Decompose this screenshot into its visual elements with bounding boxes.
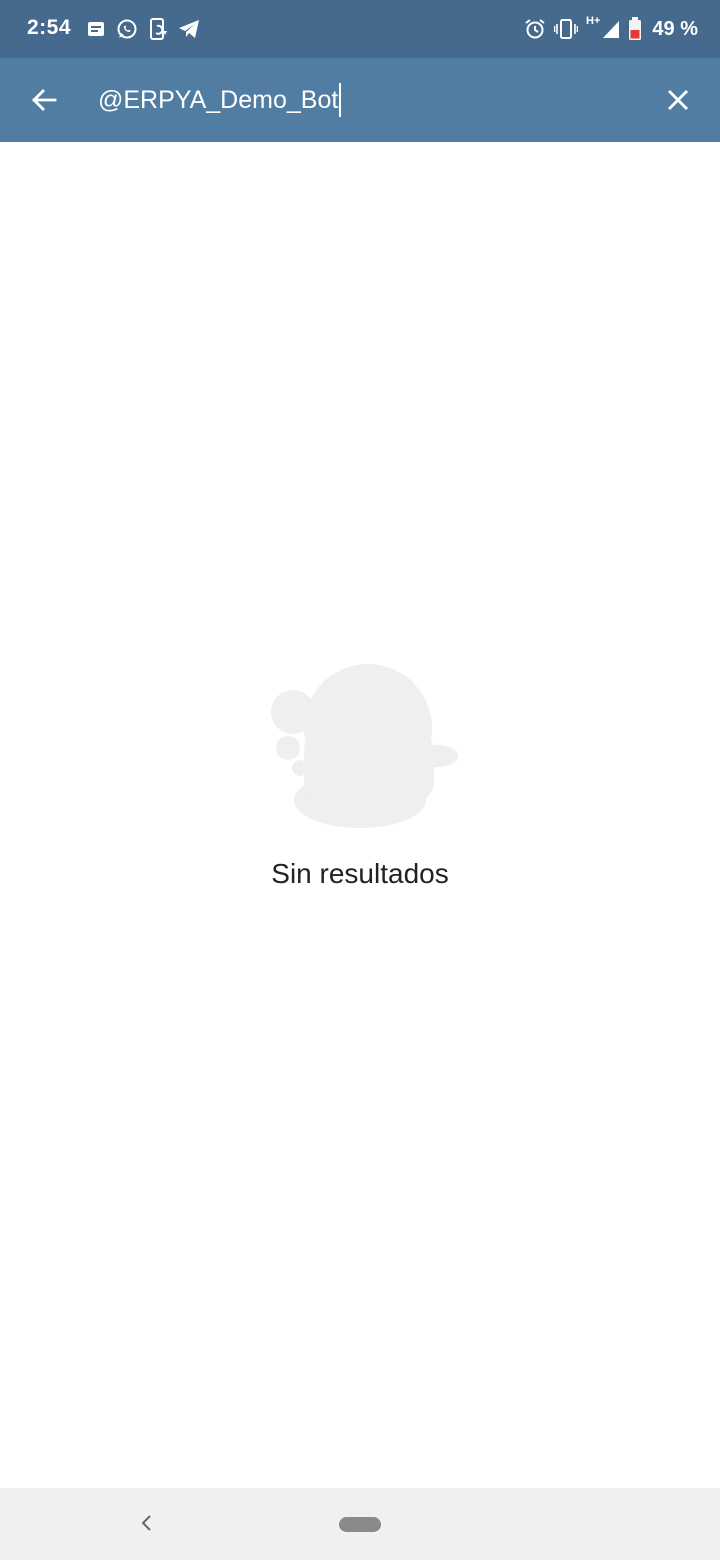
- signal-icon: [602, 19, 620, 39]
- network-type-label: H+: [586, 15, 601, 27]
- message-icon: [86, 19, 106, 39]
- chevron-left-icon: [141, 1515, 151, 1531]
- whatsapp-icon: [116, 18, 138, 40]
- clear-search-button[interactable]: [656, 78, 700, 122]
- back-button[interactable]: [22, 78, 66, 122]
- status-bar: 2:54 H+ 49 %: [0, 0, 720, 58]
- nav-back-button[interactable]: [130, 1506, 164, 1540]
- notification-icons: [86, 17, 200, 41]
- telegram-icon: [178, 19, 200, 39]
- battery-percentage: 49 %: [652, 17, 698, 40]
- home-pill-icon[interactable]: [339, 1517, 381, 1532]
- system-status-icons: H+ 49 %: [524, 15, 698, 43]
- battery-icon: [628, 17, 642, 41]
- close-icon: [668, 90, 688, 110]
- search-toolbar: @ERPYA_Demo_Bot: [0, 58, 720, 142]
- alarm-icon: [524, 18, 546, 40]
- status-time: 2:54: [27, 16, 72, 39]
- text-caret: [339, 83, 342, 117]
- search-field[interactable]: @ERPYA_Demo_Bot: [98, 80, 342, 120]
- search-input[interactable]: @ERPYA_Demo_Bot: [98, 86, 338, 115]
- system-navigation-bar: [0, 1488, 720, 1560]
- arrow-back-icon: [32, 89, 57, 111]
- vibrate-icon: [554, 18, 579, 40]
- duck-silhouette-icon: [271, 664, 458, 828]
- empty-state-message: Sin resultados: [271, 858, 449, 889]
- phone-sync-icon: [148, 18, 168, 40]
- empty-state: Sin resultados: [0, 660, 720, 890]
